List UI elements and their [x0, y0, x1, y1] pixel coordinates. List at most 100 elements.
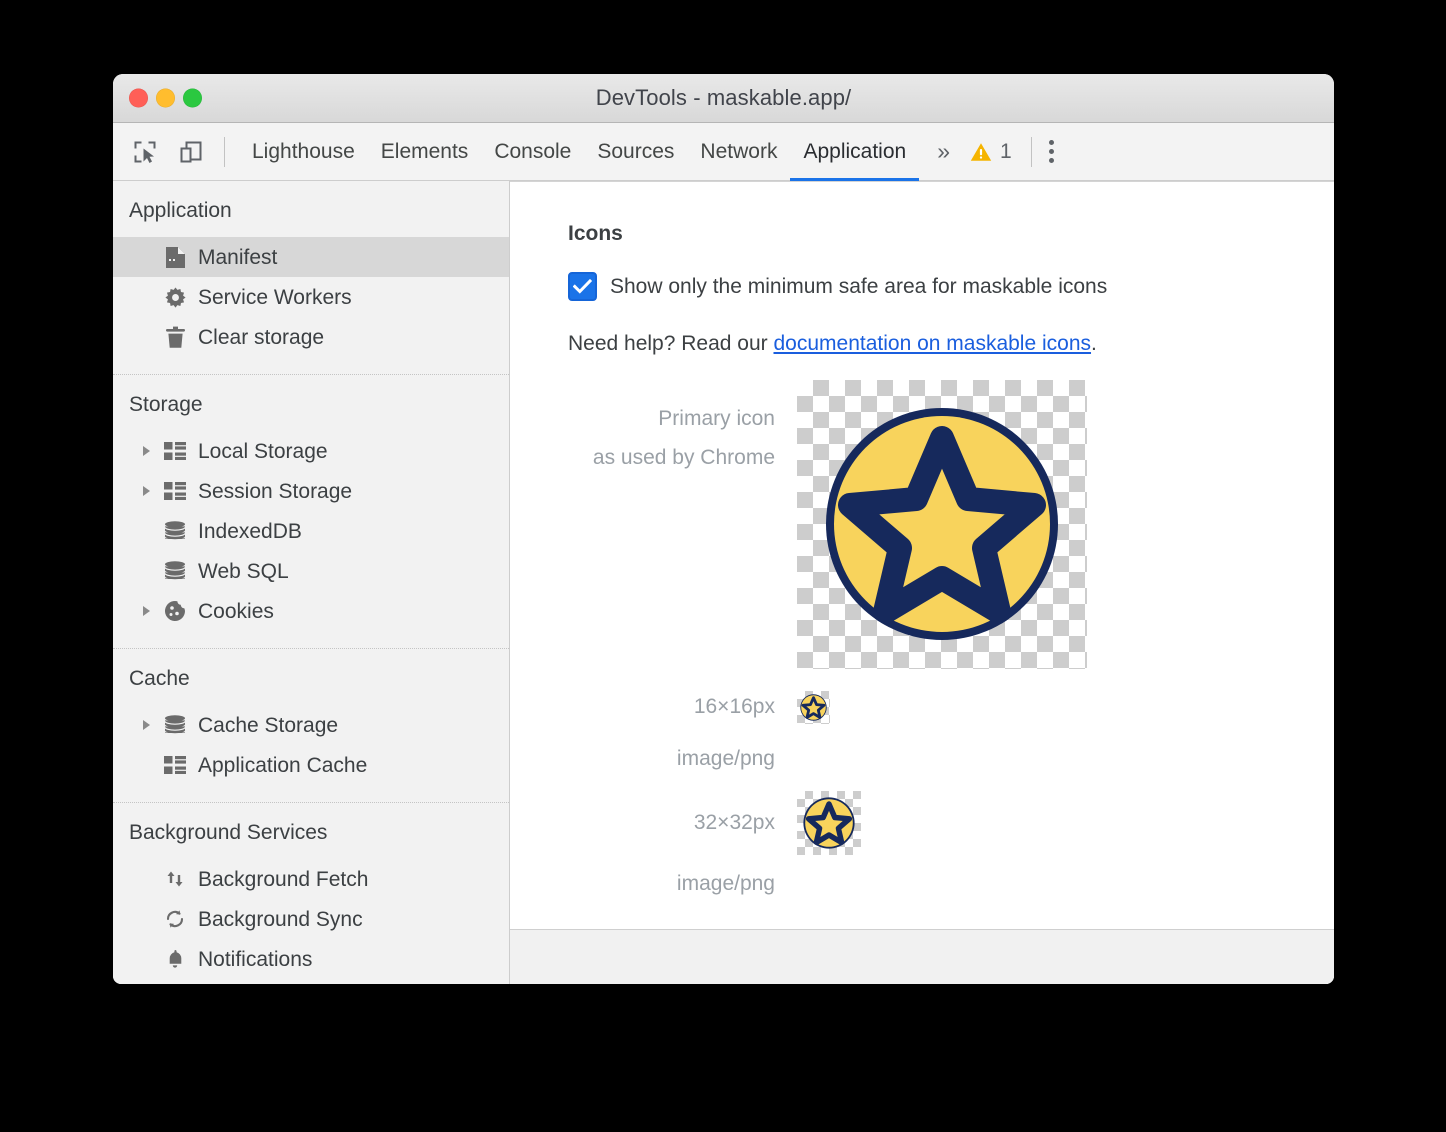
traffic-light-controls — [129, 89, 202, 108]
icon-preview-16 — [797, 691, 830, 724]
devtools-window: DevTools - maskable.app/ Lighthouse Elem… — [113, 74, 1334, 984]
cookie-icon — [163, 599, 187, 623]
maximize-window-button[interactable] — [183, 89, 202, 108]
sidebar-item-label: IndexedDB — [198, 521, 302, 542]
table-icon — [163, 753, 187, 777]
sidebar-item-label: Manifest — [198, 247, 277, 268]
sidebar-item-label: Notifications — [198, 949, 312, 970]
page-title: Icons — [568, 222, 1334, 246]
maskable-star-icon — [797, 380, 1087, 669]
checkmark-icon — [573, 279, 592, 294]
sidebar-item-clear-storage[interactable]: Clear storage — [113, 317, 509, 357]
expand-arrow-placeholder — [143, 526, 150, 536]
icon-row-32: 32×32px — [568, 791, 1334, 855]
sidebar-item-label: Web SQL — [198, 561, 289, 582]
warning-triangle-icon — [969, 140, 993, 164]
expand-arrow-icon[interactable] — [143, 446, 150, 456]
sidebar-item-background-fetch[interactable]: Background Fetch — [113, 859, 509, 899]
database-icon — [163, 713, 187, 737]
icon-label-line1: 32×32px — [694, 811, 775, 834]
inspect-element-icon[interactable] — [128, 135, 162, 169]
manifest-panel-content: Icons Show only the minimum safe area fo… — [510, 182, 1334, 929]
sidebar-item-cache-storage[interactable]: Cache Storage — [113, 705, 509, 745]
device-toolbar-icon[interactable] — [174, 135, 208, 169]
sidebar-group-storage: Storage Local Storage — [113, 375, 509, 649]
warning-count: 1 — [1000, 140, 1012, 164]
trash-icon — [163, 325, 187, 349]
sidebar-item-manifest[interactable]: Manifest — [113, 237, 509, 277]
expand-arrow-icon[interactable] — [143, 720, 150, 730]
icon-label-primary: Primary icon as used by Chrome — [568, 380, 797, 478]
icon-mime-16: image/png — [568, 727, 797, 791]
database-icon — [163, 519, 187, 543]
icon-label-16: 16×16px — [568, 687, 797, 727]
sidebar-group-application: Application Manifest — [113, 181, 509, 375]
expand-arrow-placeholder — [143, 332, 150, 342]
icon-row-16: 16×16px — [568, 687, 1334, 727]
maskable-star-icon-32 — [797, 791, 861, 855]
minimize-window-button[interactable] — [156, 89, 175, 108]
sidebar-item-background-sync[interactable]: Background Sync — [113, 899, 509, 939]
icon-row-primary: Primary icon as used by Chrome — [568, 380, 1334, 669]
sidebar-item-application-cache[interactable]: Application Cache — [113, 745, 509, 785]
sidebar-item-session-storage[interactable]: Session Storage — [113, 471, 509, 511]
help-text: Need help? Read our documentation on mas… — [568, 332, 1334, 356]
expand-arrow-placeholder — [143, 954, 150, 964]
window-title: DevTools - maskable.app/ — [113, 85, 1334, 111]
close-window-button[interactable] — [129, 89, 148, 108]
up-down-arrows-icon — [163, 867, 187, 891]
sidebar-item-label: Cache Storage — [198, 715, 338, 736]
sidebar-item-web-sql[interactable]: Web SQL — [113, 551, 509, 591]
tab-application[interactable]: Application — [790, 123, 919, 180]
maskable-safe-area-label: Show only the minimum safe area for mask… — [610, 275, 1107, 299]
expand-arrow-placeholder — [143, 760, 150, 770]
manifest-panel: Icons Show only the minimum safe area fo… — [510, 181, 1334, 984]
sidebar-item-label: Application Cache — [198, 755, 367, 776]
expand-arrow-placeholder — [143, 874, 150, 884]
refresh-icon — [163, 907, 187, 931]
toolbar-divider-right — [1031, 137, 1032, 167]
documentation-link[interactable]: documentation on maskable icons — [773, 332, 1091, 355]
sidebar-item-label: Service Workers — [198, 287, 352, 308]
sidebar-item-indexeddb[interactable]: IndexedDB — [113, 511, 509, 551]
icon-label-line2: as used by Chrome — [568, 439, 775, 478]
expand-arrow-placeholder — [143, 292, 150, 302]
maskable-star-icon-16 — [797, 691, 830, 724]
sidebar-item-label: Local Storage — [198, 441, 328, 462]
maskable-safe-area-row[interactable]: Show only the minimum safe area for mask… — [568, 272, 1334, 301]
expand-arrow-icon[interactable] — [143, 606, 150, 616]
primary-icon-preview — [797, 380, 1087, 669]
sidebar-item-local-storage[interactable]: Local Storage — [113, 431, 509, 471]
tab-elements[interactable]: Elements — [368, 123, 482, 180]
expand-arrow-placeholder — [143, 566, 150, 576]
tab-lighthouse[interactable]: Lighthouse — [239, 123, 368, 180]
tab-network[interactable]: Network — [687, 123, 790, 180]
expand-arrow-placeholder — [143, 914, 150, 924]
icon-label-line1: 16×16px — [694, 695, 775, 718]
icon-mime-32: image/png — [568, 855, 797, 913]
expand-arrow-icon[interactable] — [143, 486, 150, 496]
kebab-menu-icon[interactable] — [1045, 140, 1068, 163]
maskable-safe-area-checkbox[interactable] — [568, 272, 597, 301]
more-tabs-icon[interactable]: » — [919, 138, 961, 165]
sidebar-group-header: Application — [113, 181, 509, 237]
panel-footer — [510, 929, 1334, 984]
table-icon — [163, 439, 187, 463]
table-icon — [163, 479, 187, 503]
sidebar-item-notifications[interactable]: Notifications — [113, 939, 509, 979]
help-text-prefix: Need help? Read our — [568, 332, 773, 355]
expand-arrow-placeholder — [143, 252, 150, 262]
sidebar-item-cookies[interactable]: Cookies — [113, 591, 509, 631]
sidebar-item-label: Background Fetch — [198, 869, 368, 890]
application-sidebar[interactable]: Application Manifest — [113, 181, 510, 984]
sidebar-item-label: Session Storage — [198, 481, 352, 502]
sidebar-group-background-services: Background Services Background Fetch — [113, 803, 509, 984]
sidebar-item-service-workers[interactable]: Service Workers — [113, 277, 509, 317]
bell-icon — [163, 947, 187, 971]
icon-label-line1: Primary icon — [658, 407, 775, 430]
sidebar-item-label: Cookies — [198, 601, 274, 622]
tab-console[interactable]: Console — [481, 123, 584, 180]
warning-badge[interactable]: 1 — [961, 140, 1018, 164]
icon-preview-32 — [797, 791, 861, 855]
tab-sources[interactable]: Sources — [584, 123, 687, 180]
